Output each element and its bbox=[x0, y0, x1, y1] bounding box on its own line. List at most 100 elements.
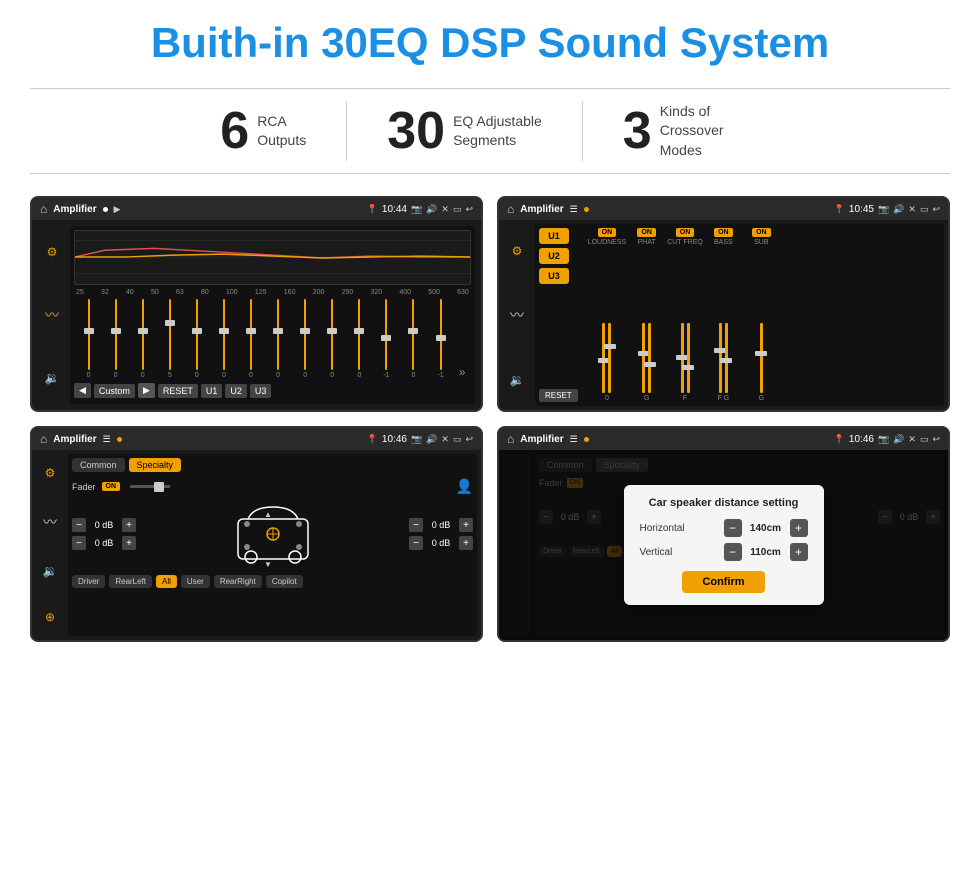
fader-filter-icon[interactable]: ⚙ bbox=[45, 466, 56, 480]
fader-thumb[interactable] bbox=[154, 482, 164, 492]
dsp-loudness-group: ON LOUDNESS 0 bbox=[588, 228, 627, 402]
eq-reset-button[interactable]: RESET bbox=[158, 384, 198, 398]
fader-rearleft-button[interactable]: RearLeft bbox=[109, 575, 152, 588]
eq-screen-body: ⚙ 〰 🔉 bbox=[32, 220, 481, 410]
fader-main-panel: Common Specialty Fader ON 👤 bbox=[68, 454, 477, 636]
fader-db-row-4: − 0 dB + bbox=[409, 536, 473, 550]
back-icon[interactable]: ↩ bbox=[465, 204, 473, 215]
eq-prev-button[interactable]: ◀ bbox=[74, 383, 91, 398]
fader-home-icon[interactable]: ⌂ bbox=[40, 432, 47, 446]
fader-tab-specialty[interactable]: Specialty bbox=[129, 458, 182, 472]
dsp-rect-icon: ▭ bbox=[920, 204, 929, 215]
dialog-horizontal-minus[interactable]: − bbox=[724, 519, 742, 537]
eq-play-button[interactable]: ▶ bbox=[138, 383, 155, 398]
svg-text:▼: ▼ bbox=[264, 560, 272, 569]
fader-driver-button[interactable]: Driver bbox=[72, 575, 105, 588]
fader-plus-4[interactable]: + bbox=[459, 536, 473, 550]
dsp-vol-icon[interactable]: 🔉 bbox=[510, 373, 525, 387]
eq-arrows-icon: » bbox=[455, 365, 469, 379]
fader-minus-1[interactable]: − bbox=[72, 518, 86, 532]
dialog-time: 10:46 bbox=[849, 434, 874, 445]
eq-filter-icon[interactable]: ⚙ bbox=[47, 245, 58, 259]
dialog-vertical-plus[interactable]: + bbox=[790, 543, 808, 561]
home-icon[interactable]: ⌂ bbox=[40, 202, 47, 216]
eq-freq-labels: 25 32 40 50 63 80 100 125 160 200 250 32… bbox=[74, 289, 471, 296]
fader-vol-icon[interactable]: 🔉 bbox=[43, 564, 58, 578]
dialog-home-icon[interactable]: ⌂ bbox=[507, 432, 514, 446]
fader-volume-icon: 🔊 bbox=[426, 434, 437, 445]
eq-volume-down-icon[interactable]: 🔉 bbox=[45, 371, 60, 385]
fader-copilot-button[interactable]: Copilot bbox=[266, 575, 303, 588]
slider-col-2: 0 bbox=[103, 299, 128, 379]
slider-col-14: -1 bbox=[428, 299, 453, 379]
fader-plus-1[interactable]: + bbox=[122, 518, 136, 532]
fader-minus-2[interactable]: − bbox=[72, 536, 86, 550]
dsp-loudness-on[interactable]: ON bbox=[598, 228, 617, 237]
eq-graph bbox=[74, 230, 471, 285]
eq-u3-button[interactable]: U3 bbox=[250, 384, 272, 398]
slider-col-1: 0 bbox=[76, 299, 101, 379]
dsp-wave-icon[interactable]: 〰 bbox=[510, 305, 524, 325]
dsp-cutfreq-on[interactable]: ON bbox=[676, 228, 695, 237]
dialog-confirm-button[interactable]: Confirm bbox=[682, 571, 764, 593]
fader-minus-3[interactable]: − bbox=[409, 518, 423, 532]
fader-bottom-row: Driver RearLeft All User RearRight Copil… bbox=[72, 575, 473, 588]
stat-text-rca: RCA Outputs bbox=[257, 112, 306, 151]
dsp-sidebar: ⚙ 〰 🔉 bbox=[503, 224, 531, 406]
svg-text:▲: ▲ bbox=[264, 510, 272, 519]
eq-u2-button[interactable]: U2 bbox=[225, 384, 247, 398]
fader-rearright-button[interactable]: RearRight bbox=[214, 575, 262, 588]
screens-grid: ⌂ Amplifier ▶ 📍 10:44 📷 🔊 ✕ ▭ ↩ ⚙ bbox=[30, 196, 950, 642]
dsp-cutfreq-slider2[interactable] bbox=[687, 323, 690, 393]
dsp-status-right: 📍 10:45 📷 🔊 ✕ ▭ ↩ bbox=[834, 204, 940, 215]
dialog-status-left: ⌂ Amplifier ☰ bbox=[507, 432, 589, 446]
stat-text-eq: EQ Adjustable Segments bbox=[453, 112, 542, 151]
dsp-u1-button[interactable]: U1 bbox=[539, 228, 569, 244]
dsp-main-panel: U1 U2 U3 RESET ON LOUDNESS bbox=[535, 224, 944, 406]
fader-on-badge: ON bbox=[102, 482, 121, 491]
dsp-reset-button[interactable]: RESET bbox=[539, 389, 578, 402]
dsp-u2-button[interactable]: U2 bbox=[539, 248, 569, 264]
eq-custom-button[interactable]: Custom bbox=[94, 384, 135, 398]
dialog-camera-icon: 📷 bbox=[878, 434, 889, 445]
dsp-phat-slider1[interactable] bbox=[642, 323, 645, 393]
dsp-cutfreq-slider1[interactable] bbox=[681, 323, 684, 393]
slider-col-9: 0 bbox=[293, 299, 318, 379]
fader-screen-body: ⚙ 〰 🔉 ⊕ Common Specialty Fader ON bbox=[32, 450, 481, 640]
fader-wave-icon[interactable]: 〰 bbox=[43, 512, 57, 532]
dsp-phat-on[interactable]: ON bbox=[637, 228, 656, 237]
dsp-back-icon[interactable]: ↩ bbox=[932, 204, 940, 215]
dsp-camera-icon: 📷 bbox=[878, 204, 889, 215]
dsp-home-icon[interactable]: ⌂ bbox=[507, 202, 514, 216]
dialog-horizontal-plus[interactable]: + bbox=[790, 519, 808, 537]
fader-all-button[interactable]: All bbox=[156, 575, 177, 588]
dsp-bass-sliders bbox=[719, 248, 728, 393]
fader-user-button[interactable]: User bbox=[181, 575, 210, 588]
eq-wave-icon[interactable]: 〰 bbox=[45, 305, 59, 325]
page-wrapper: Buith-in 30EQ DSP Sound System 6 RCA Out… bbox=[0, 0, 980, 662]
dialog-vertical-minus[interactable]: − bbox=[724, 543, 742, 561]
fader-plus-2[interactable]: + bbox=[122, 536, 136, 550]
fader-label: Fader bbox=[72, 482, 96, 492]
dsp-sub-on[interactable]: ON bbox=[752, 228, 771, 237]
dsp-phat-slider2[interactable] bbox=[648, 323, 651, 393]
dsp-u3-button[interactable]: U3 bbox=[539, 268, 569, 284]
camera-icon: 📷 bbox=[411, 204, 422, 215]
fader-back-icon[interactable]: ↩ bbox=[465, 434, 473, 445]
dsp-bass-slider2[interactable] bbox=[725, 323, 728, 393]
fader-tab-common[interactable]: Common bbox=[72, 458, 125, 472]
dsp-phat-sliders bbox=[642, 248, 651, 393]
eq-u1-button[interactable]: U1 bbox=[201, 384, 223, 398]
dsp-filter-icon[interactable]: ⚙ bbox=[512, 244, 523, 258]
eq-status-right: 📍 10:44 📷 🔊 ✕ ▭ ↩ bbox=[367, 204, 473, 215]
dsp-sub-group: ON SUB G bbox=[744, 228, 779, 402]
slider-col-3: 0 bbox=[130, 299, 155, 379]
fader-plus-3[interactable]: + bbox=[459, 518, 473, 532]
dsp-loudness-slider1[interactable] bbox=[602, 323, 605, 393]
dsp-sub-slider1[interactable] bbox=[760, 323, 763, 393]
fader-expand-icon[interactable]: ⊕ bbox=[45, 610, 55, 624]
dsp-bass-on[interactable]: ON bbox=[714, 228, 733, 237]
dialog-back-icon[interactable]: ↩ bbox=[932, 434, 940, 445]
dsp-loudness-slider2[interactable] bbox=[608, 323, 611, 393]
fader-minus-4[interactable]: − bbox=[409, 536, 423, 550]
